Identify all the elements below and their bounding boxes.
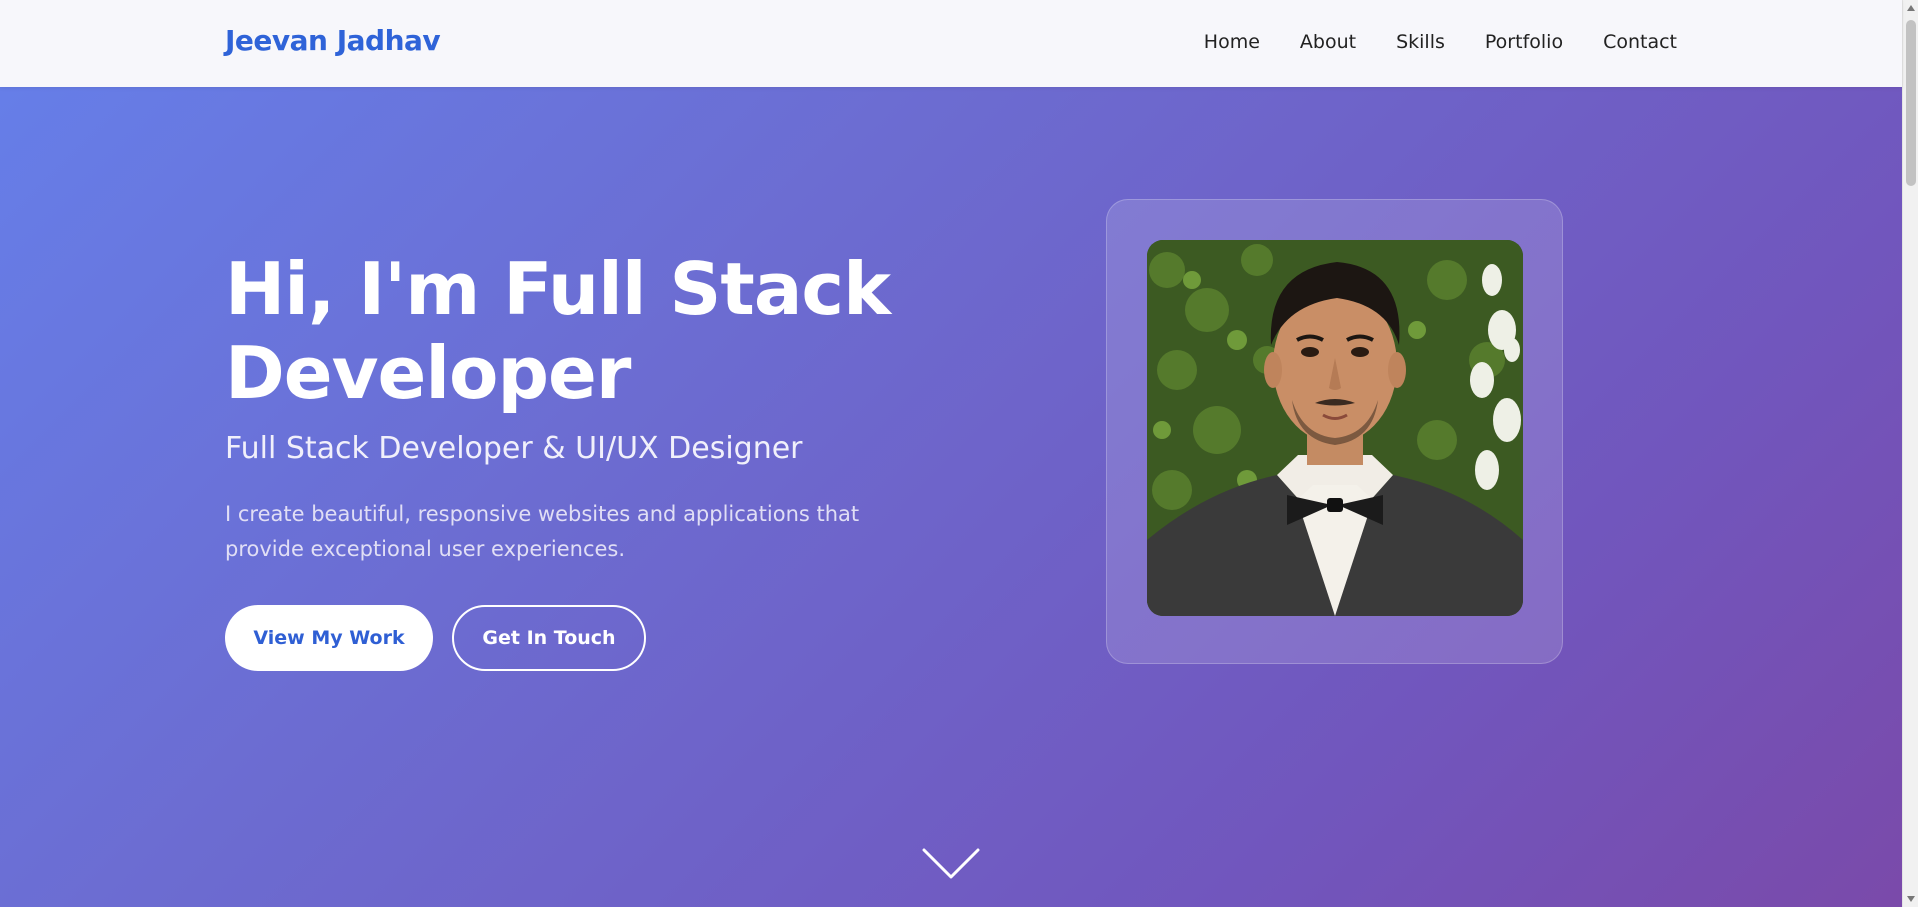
scroll-thumb[interactable] xyxy=(1906,20,1916,186)
view-my-work-button[interactable]: View My Work xyxy=(225,605,433,671)
nav-portfolio[interactable]: Portfolio xyxy=(1485,31,1563,53)
page: Jeevan Jadhav Home About Skills Portfoli… xyxy=(0,0,1918,907)
hero-subtitle: Full Stack Developer & UI/UX Designer xyxy=(225,431,803,466)
hero-title: Hi, I'm Full Stack Developer xyxy=(225,247,891,415)
profile-photo-card xyxy=(1106,199,1563,664)
nav-home[interactable]: Home xyxy=(1204,31,1260,53)
get-in-touch-button[interactable]: Get In Touch xyxy=(452,605,646,671)
profile-photo xyxy=(1147,240,1523,616)
main-nav: Home About Skills Portfolio Contact xyxy=(1204,31,1677,53)
navbar: Jeevan Jadhav Home About Skills Portfoli… xyxy=(0,0,1902,87)
nav-skills[interactable]: Skills xyxy=(1396,31,1445,53)
scroll-down-arrow-icon[interactable] xyxy=(1907,896,1915,902)
nav-contact[interactable]: Contact xyxy=(1603,31,1677,53)
hero-section: Hi, I'm Full Stack Developer Full Stack … xyxy=(0,87,1902,907)
scroll-up-arrow-icon[interactable] xyxy=(1907,5,1915,11)
chevron-down-icon[interactable] xyxy=(922,847,980,881)
brand-logo[interactable]: Jeevan Jadhav xyxy=(225,24,441,57)
page-scrollbar[interactable] xyxy=(1902,0,1918,907)
nav-about[interactable]: About xyxy=(1300,31,1356,53)
hero-description: I create beautiful, responsive websites … xyxy=(225,502,860,561)
